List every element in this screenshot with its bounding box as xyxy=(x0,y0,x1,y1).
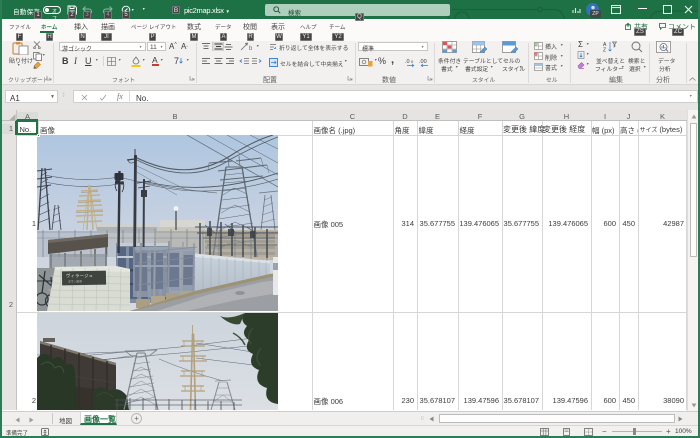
svg-text:タウン府中: タウン府中 xyxy=(68,280,82,284)
svg-text:b: b xyxy=(249,46,253,51)
svg-text:7: 7 xyxy=(174,56,179,66)
svg-text:Z: Z xyxy=(603,48,606,53)
svg-text:0: 0 xyxy=(411,59,414,64)
svg-text:ヴィラージュ: ヴィラージュ xyxy=(66,272,93,279)
svg-text:.0: .0 xyxy=(405,59,410,65)
